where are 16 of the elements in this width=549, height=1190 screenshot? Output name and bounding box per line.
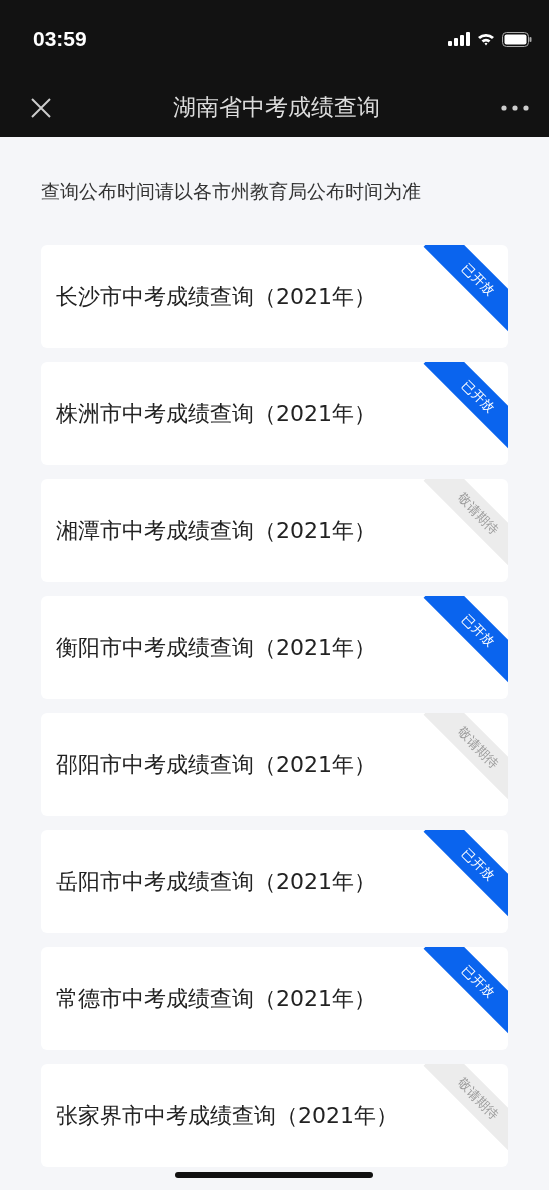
city-query-card[interactable]: 张家界市中考成绩查询（2021年） 敬请期待	[41, 1064, 508, 1167]
city-query-card[interactable]: 株洲市中考成绩查询（2021年） 已开放	[41, 362, 508, 465]
city-query-card[interactable]: 长沙市中考成绩查询（2021年） 已开放	[41, 245, 508, 348]
city-query-card[interactable]: 湘潭市中考成绩查询（2021年） 敬请期待	[41, 479, 508, 582]
more-button[interactable]	[501, 104, 529, 111]
city-query-card[interactable]: 常德市中考成绩查询（2021年） 已开放	[41, 947, 508, 1050]
city-query-card[interactable]: 衡阳市中考成绩查询（2021年） 已开放	[41, 596, 508, 699]
status-time: 03:59	[33, 27, 87, 51]
close-button[interactable]	[30, 96, 52, 119]
city-query-card[interactable]: 邵阳市中考成绩查询（2021年） 敬请期待	[41, 713, 508, 816]
city-query-card[interactable]: 岳阳市中考成绩查询（2021年） 已开放	[41, 830, 508, 933]
signal-icon	[448, 32, 470, 46]
page-title: 湖南省中考成绩查询	[173, 93, 380, 122]
battery-icon	[502, 31, 532, 47]
wifi-icon	[477, 32, 495, 46]
notice-text: 查询公布时间请以各市州教育局公布时间为准	[41, 179, 422, 204]
